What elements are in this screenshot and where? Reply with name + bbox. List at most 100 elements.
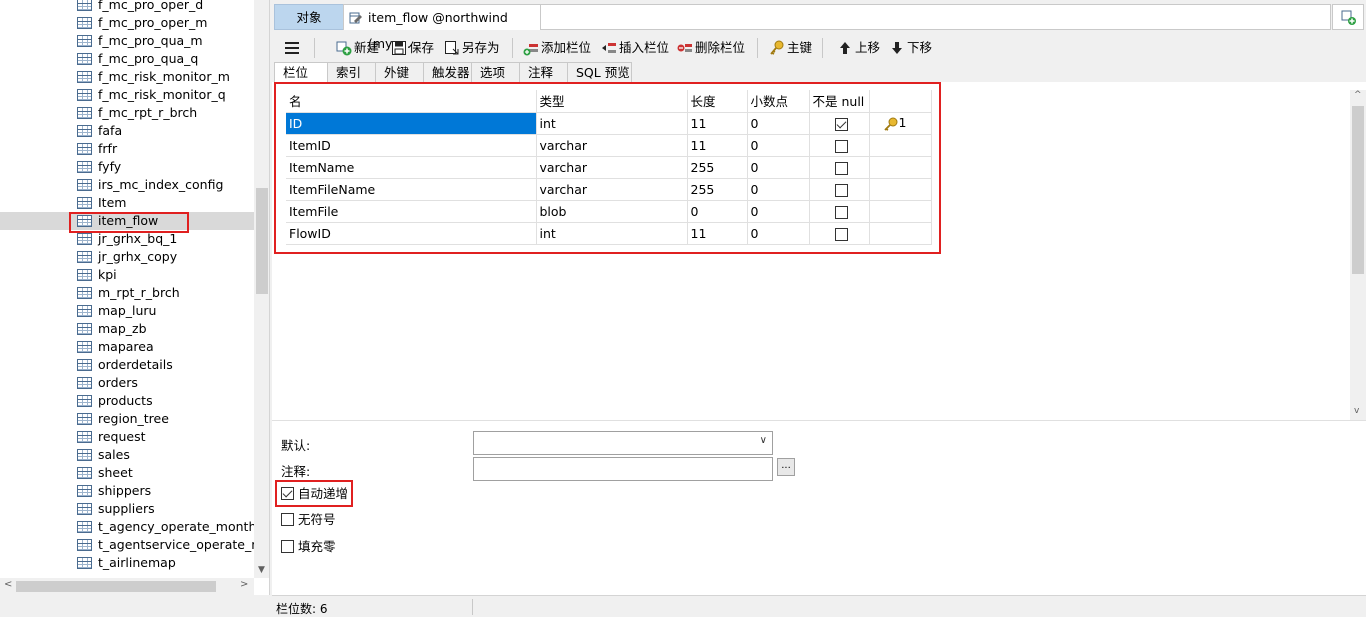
table-row[interactable]: FlowID int 11 0 xyxy=(286,222,932,245)
cell-name[interactable]: ItemID xyxy=(286,134,537,157)
cell-not-null[interactable] xyxy=(809,112,870,135)
tab-item-flow[interactable]: item_flow @northwind (mys... xyxy=(343,4,541,51)
tree-item-table[interactable]: f_mc_risk_monitor_q xyxy=(0,86,254,104)
comment-editor-button[interactable]: ... xyxy=(777,458,795,476)
cell-length[interactable]: 11 xyxy=(687,134,748,157)
primary-key-button[interactable]: 主键 xyxy=(769,38,812,58)
cell-length[interactable]: 11 xyxy=(687,222,748,245)
tree-item-table[interactable]: orderdetails xyxy=(0,356,254,374)
new-button[interactable]: 新建 xyxy=(336,38,379,58)
tree-item-table[interactable]: sales xyxy=(0,446,254,464)
cell-type[interactable]: varchar xyxy=(536,156,688,179)
tree-vertical-scrollbar[interactable]: ▼ xyxy=(254,0,269,578)
cell-decimals[interactable]: 0 xyxy=(747,222,810,245)
tree-item-table[interactable]: jr_grhx_copy xyxy=(0,248,254,266)
scroll-right-icon[interactable]: > xyxy=(240,579,248,590)
cell-name[interactable]: FlowID xyxy=(286,222,537,245)
new-tab-button[interactable] xyxy=(1332,4,1364,30)
tree-item-table[interactable]: t_agentservice_operate_mc xyxy=(0,536,254,554)
cell-type[interactable]: varchar xyxy=(536,134,688,157)
save-button[interactable]: 保存 xyxy=(391,38,434,58)
tree-item-table[interactable]: maparea xyxy=(0,338,254,356)
tree-item-table[interactable]: map_zb xyxy=(0,320,254,338)
tree-item-table[interactable]: frfr xyxy=(0,140,254,158)
cell-name[interactable]: ItemFile xyxy=(286,200,537,223)
cell-not-null[interactable] xyxy=(809,222,870,245)
comment-input[interactable] xyxy=(473,457,773,481)
tree-item-table[interactable]: t_agency_operate_month xyxy=(0,518,254,536)
cell-decimals[interactable]: 0 xyxy=(747,178,810,201)
tab-objects[interactable]: 对象 xyxy=(274,4,344,30)
cell-length[interactable]: 11 xyxy=(687,112,748,135)
subtab[interactable]: 栏位 xyxy=(274,62,328,82)
cell-not-null[interactable] xyxy=(809,134,870,157)
not-null-checkbox[interactable] xyxy=(834,117,848,131)
auto-increment-checkbox[interactable]: 自动递增 xyxy=(281,486,348,502)
tree-item-table[interactable]: Item xyxy=(0,194,254,212)
cell-name[interactable]: ItemName xyxy=(286,156,537,179)
cell-name[interactable]: ItemFileName xyxy=(286,178,537,201)
cell-type[interactable]: int xyxy=(536,222,688,245)
tree-item-table[interactable]: orders xyxy=(0,374,254,392)
tree-item-table[interactable]: shippers xyxy=(0,482,254,500)
cell-name[interactable]: ID xyxy=(286,112,537,135)
tree-item-table[interactable]: m_rpt_r_brch xyxy=(0,284,254,302)
default-value-select[interactable]: ∨ xyxy=(473,431,773,455)
subtab[interactable]: 注释 xyxy=(520,62,568,82)
scrollbar-thumb[interactable] xyxy=(256,188,268,294)
column-header[interactable]: 类型 xyxy=(536,90,688,113)
subtab[interactable]: 选项 xyxy=(472,62,520,82)
column-header[interactable]: 不是 null xyxy=(809,90,870,113)
table-row[interactable]: ItemFile blob 0 0 xyxy=(286,200,932,223)
move-up-button[interactable]: 上移 xyxy=(837,38,880,58)
save-as-button[interactable]: 另存为 xyxy=(444,38,500,58)
not-null-checkbox[interactable] xyxy=(834,205,848,219)
cell-not-null[interactable] xyxy=(809,178,870,201)
insert-field-button[interactable]: 插入栏位 xyxy=(601,38,669,58)
column-header[interactable]: 小数点 xyxy=(747,90,810,113)
delete-field-button[interactable]: 删除栏位 xyxy=(677,38,745,58)
cell-decimals[interactable]: 0 xyxy=(747,112,810,135)
scroll-down-icon[interactable]: ▼ xyxy=(258,565,265,575)
tree-item-table[interactable]: request xyxy=(0,428,254,446)
cell-length[interactable]: 0 xyxy=(687,200,748,223)
tree-item-table[interactable]: f_mc_pro_qua_q xyxy=(0,50,254,68)
subtab[interactable]: 外键 xyxy=(376,62,424,82)
cell-type[interactable]: blob xyxy=(536,200,688,223)
cell-decimals[interactable]: 0 xyxy=(747,156,810,179)
cell-not-null[interactable] xyxy=(809,156,870,179)
tree-item-table[interactable]: fafa xyxy=(0,122,254,140)
table-row[interactable]: ItemID varchar 11 0 xyxy=(286,134,932,157)
scrollbar-thumb[interactable] xyxy=(1352,106,1364,274)
table-row[interactable]: ItemName varchar 255 0 xyxy=(286,156,932,179)
tree-item-table[interactable]: sheet xyxy=(0,464,254,482)
tree-item-table[interactable]: f_mc_risk_monitor_m xyxy=(0,68,254,86)
subtab[interactable]: 触发器 xyxy=(424,62,472,82)
add-field-button[interactable]: 添加栏位 xyxy=(523,38,591,58)
scrollbar-thumb[interactable] xyxy=(16,581,216,592)
tree-item-table[interactable]: item_flow xyxy=(0,212,254,230)
not-null-checkbox[interactable] xyxy=(834,139,848,153)
tree-item-table[interactable]: region_tree xyxy=(0,410,254,428)
column-header[interactable] xyxy=(869,90,932,113)
checkbox-box[interactable] xyxy=(281,487,294,500)
cell-length[interactable]: 255 xyxy=(687,178,748,201)
scroll-down-icon[interactable]: v xyxy=(1354,406,1359,416)
tree-item-table[interactable]: t_airlinemap xyxy=(0,554,254,572)
cell-not-null[interactable] xyxy=(809,200,870,223)
cell-length[interactable]: 255 xyxy=(687,156,748,179)
unsigned-checkbox[interactable]: 无符号 xyxy=(281,512,336,528)
scroll-left-icon[interactable]: < xyxy=(4,579,12,590)
subtab[interactable]: 索引 xyxy=(328,62,376,82)
not-null-checkbox[interactable] xyxy=(834,183,848,197)
tree-item-table[interactable]: f_mc_rpt_r_brch xyxy=(0,104,254,122)
tree-item-table[interactable]: fyfy xyxy=(0,158,254,176)
tree-horizontal-scrollbar[interactable]: < > xyxy=(0,578,254,595)
tree-item-table[interactable]: f_mc_pro_oper_d xyxy=(0,0,254,14)
cell-decimals[interactable]: 0 xyxy=(747,200,810,223)
tree-item-table[interactable]: irs_mc_index_config xyxy=(0,176,254,194)
zerofill-checkbox[interactable]: 填充零 xyxy=(281,539,336,555)
column-header[interactable]: 名 xyxy=(286,90,537,113)
cell-type[interactable]: varchar xyxy=(536,178,688,201)
checkbox-box[interactable] xyxy=(281,540,294,553)
